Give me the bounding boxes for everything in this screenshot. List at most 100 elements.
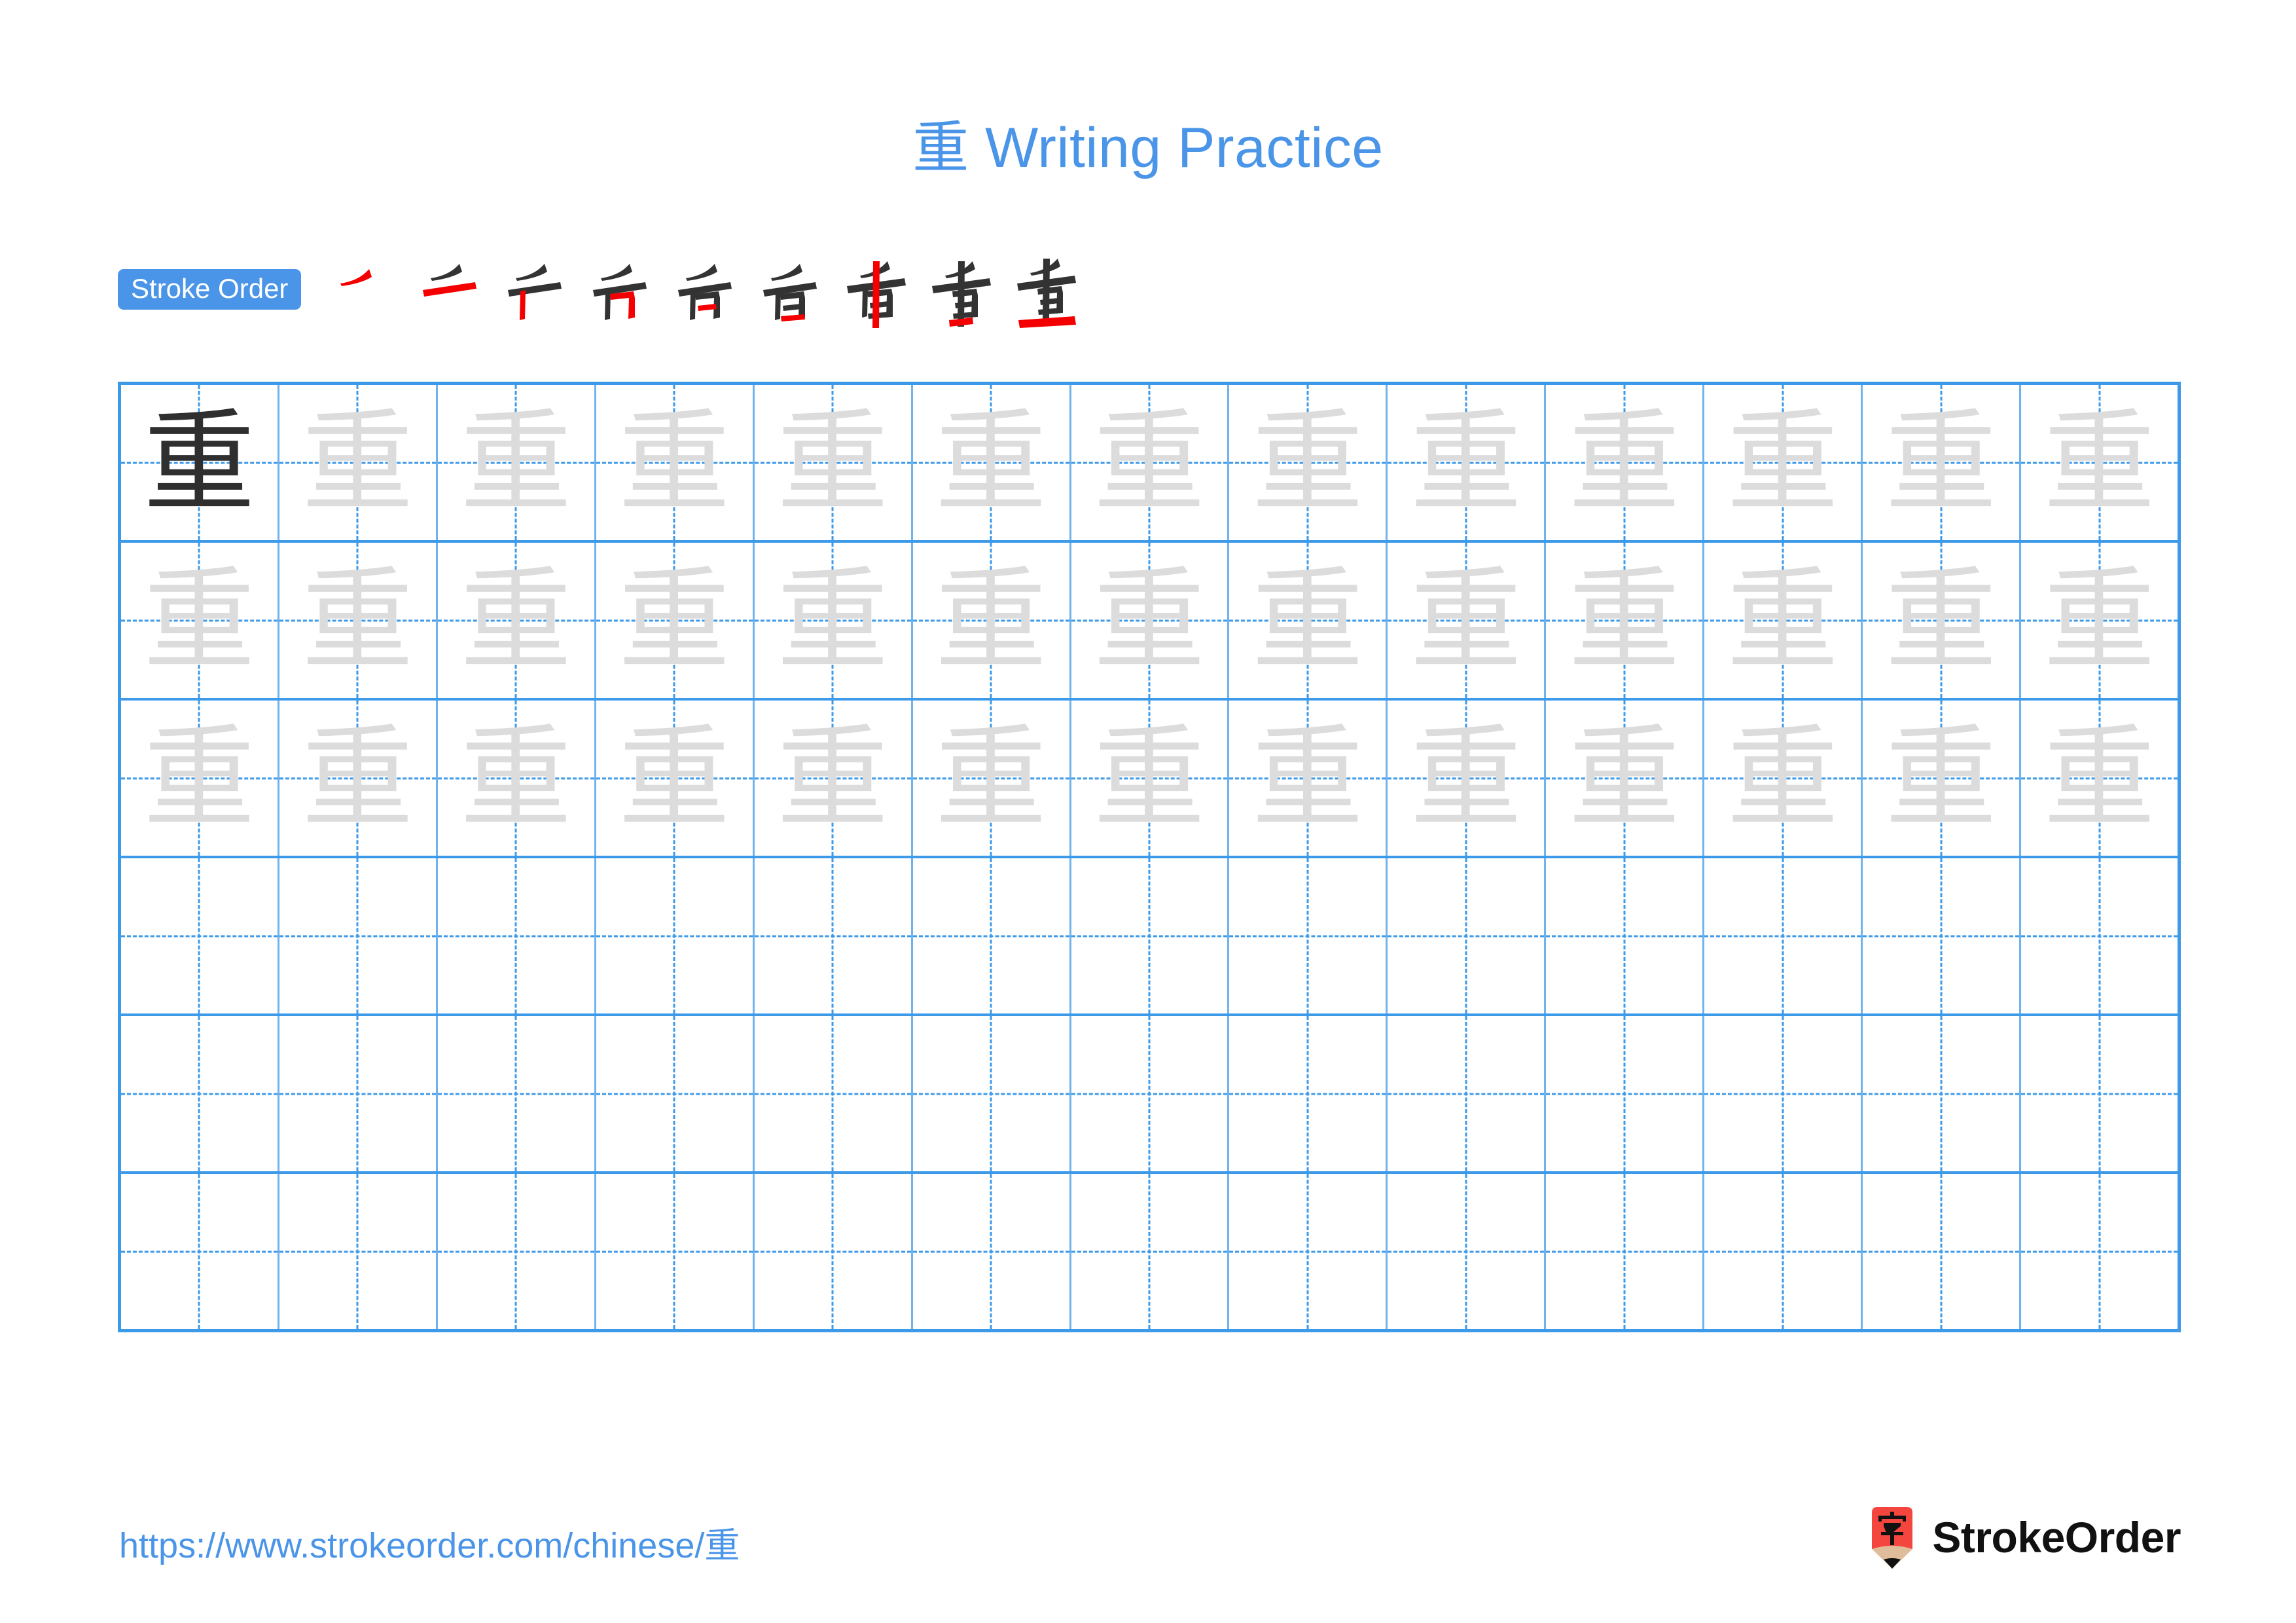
practice-cell[interactable] xyxy=(755,1016,913,1171)
practice-cell[interactable]: 重 xyxy=(1229,701,1388,856)
practice-cell[interactable]: 重 xyxy=(1229,543,1388,698)
practice-character: 重 xyxy=(1410,555,1522,685)
practice-cell[interactable]: 重 xyxy=(596,701,755,856)
practice-cell[interactable] xyxy=(1546,858,1705,1013)
practice-cell[interactable]: 重 xyxy=(1704,385,1863,540)
practice-cell[interactable] xyxy=(1229,1016,1388,1171)
practice-cell[interactable] xyxy=(1388,1016,1547,1171)
practice-cell[interactable] xyxy=(1546,1016,1705,1171)
practice-cell[interactable] xyxy=(755,1174,913,1329)
practice-character: 重 xyxy=(1093,555,1205,685)
practice-cell[interactable]: 重 xyxy=(1071,385,1230,540)
practice-cell[interactable] xyxy=(1071,1016,1230,1171)
practice-cell[interactable] xyxy=(121,1174,279,1329)
practice-cell[interactable] xyxy=(1388,1174,1547,1329)
practice-cell[interactable]: 重 xyxy=(1546,543,1705,698)
practice-cell[interactable]: 重 xyxy=(438,701,596,856)
practice-cell[interactable] xyxy=(596,1174,755,1329)
practice-cell[interactable] xyxy=(1863,1174,2022,1329)
practice-character: 重 xyxy=(1727,397,1839,528)
stroke-step-3 xyxy=(496,251,581,328)
practice-cell[interactable]: 重 xyxy=(2021,543,2178,698)
practice-cell[interactable]: 重 xyxy=(1071,543,1230,698)
practice-character: 重 xyxy=(619,713,730,843)
practice-cell[interactable]: 重 xyxy=(1704,543,1863,698)
practice-cell[interactable]: 重 xyxy=(1863,701,2022,856)
practice-cell[interactable] xyxy=(438,1174,596,1329)
practice-cell[interactable] xyxy=(913,1016,1071,1171)
practice-cell[interactable]: 重 xyxy=(1546,385,1705,540)
practice-cell[interactable] xyxy=(279,1016,438,1171)
practice-character: 重 xyxy=(143,397,255,528)
practice-cell[interactable]: 重 xyxy=(121,385,279,540)
worksheet-page: 重 Writing Practice Stroke Order 重 重 重 重 … xyxy=(0,0,2296,1623)
practice-cell[interactable] xyxy=(121,858,279,1013)
practice-cell[interactable] xyxy=(1229,858,1388,1013)
practice-cell[interactable]: 重 xyxy=(1071,701,1230,856)
practice-cell[interactable]: 重 xyxy=(279,385,438,540)
practice-cell[interactable]: 重 xyxy=(755,701,913,856)
practice-cell[interactable]: 重 xyxy=(438,385,596,540)
practice-character: 重 xyxy=(1885,555,1997,685)
practice-character: 重 xyxy=(460,713,572,843)
practice-cell[interactable] xyxy=(1388,858,1547,1013)
stroke-step-1 xyxy=(326,251,411,328)
practice-cell[interactable]: 重 xyxy=(1863,385,2022,540)
practice-character: 重 xyxy=(935,713,1047,843)
practice-character: 重 xyxy=(1410,713,1522,843)
practice-cell[interactable]: 重 xyxy=(1388,385,1547,540)
practice-cell[interactable] xyxy=(755,858,913,1013)
brand-logo[interactable]: StrokeOrder xyxy=(1867,1506,2181,1569)
practice-cell[interactable] xyxy=(2021,858,2178,1013)
stroke-step-4 xyxy=(581,251,666,328)
practice-cell[interactable]: 重 xyxy=(438,543,596,698)
practice-cell[interactable]: 重 xyxy=(913,701,1071,856)
practice-cell[interactable]: 重 xyxy=(1863,543,2022,698)
practice-cell[interactable] xyxy=(438,858,596,1013)
practice-cell[interactable]: 重 xyxy=(2021,701,2178,856)
practice-character: 重 xyxy=(935,397,1047,528)
practice-cell[interactable] xyxy=(1546,1174,1705,1329)
practice-cell[interactable] xyxy=(1863,858,2022,1013)
practice-cell[interactable] xyxy=(913,858,1071,1013)
practice-cell[interactable] xyxy=(279,1174,438,1329)
practice-character: 重 xyxy=(1727,713,1839,843)
practice-cell[interactable]: 重 xyxy=(1229,385,1388,540)
practice-cell[interactable] xyxy=(121,1016,279,1171)
practice-cell[interactable] xyxy=(596,1016,755,1171)
practice-cell[interactable] xyxy=(2021,1016,2178,1171)
practice-cell[interactable]: 重 xyxy=(121,701,279,856)
practice-cell[interactable]: 重 xyxy=(279,701,438,856)
practice-cell[interactable]: 重 xyxy=(1704,701,1863,856)
practice-cell[interactable]: 重 xyxy=(596,543,755,698)
footer-url[interactable]: https://www.strokeorder.com/chinese/重 xyxy=(119,1516,740,1568)
practice-cell[interactable]: 重 xyxy=(596,385,755,540)
practice-character: 重 xyxy=(1251,555,1363,685)
practice-cell[interactable] xyxy=(1071,1174,1230,1329)
practice-cell[interactable] xyxy=(2021,1174,2178,1329)
practice-cell[interactable]: 重 xyxy=(1388,701,1547,856)
practice-character: 重 xyxy=(143,713,255,843)
practice-cell[interactable] xyxy=(1704,1174,1863,1329)
practice-cell[interactable] xyxy=(1863,1016,2022,1171)
practice-cell[interactable] xyxy=(1229,1174,1388,1329)
practice-cell[interactable]: 重 xyxy=(279,543,438,698)
practice-cell[interactable]: 重 xyxy=(913,543,1071,698)
page-title-character: 重 xyxy=(912,115,969,181)
practice-cell[interactable]: 重 xyxy=(121,543,279,698)
practice-cell[interactable]: 重 xyxy=(1546,701,1705,856)
practice-cell[interactable]: 重 xyxy=(755,385,913,540)
practice-character: 重 xyxy=(460,555,572,685)
practice-cell[interactable] xyxy=(1704,858,1863,1013)
practice-character: 重 xyxy=(777,713,889,843)
practice-cell[interactable] xyxy=(279,858,438,1013)
practice-cell[interactable] xyxy=(913,1174,1071,1329)
practice-cell[interactable] xyxy=(1071,858,1230,1013)
practice-cell[interactable] xyxy=(1704,1016,1863,1171)
practice-cell[interactable] xyxy=(596,858,755,1013)
practice-cell[interactable]: 重 xyxy=(755,543,913,698)
practice-cell[interactable]: 重 xyxy=(1388,543,1547,698)
practice-cell[interactable] xyxy=(438,1016,596,1171)
practice-cell[interactable]: 重 xyxy=(2021,385,2178,540)
practice-cell[interactable]: 重 xyxy=(913,385,1071,540)
